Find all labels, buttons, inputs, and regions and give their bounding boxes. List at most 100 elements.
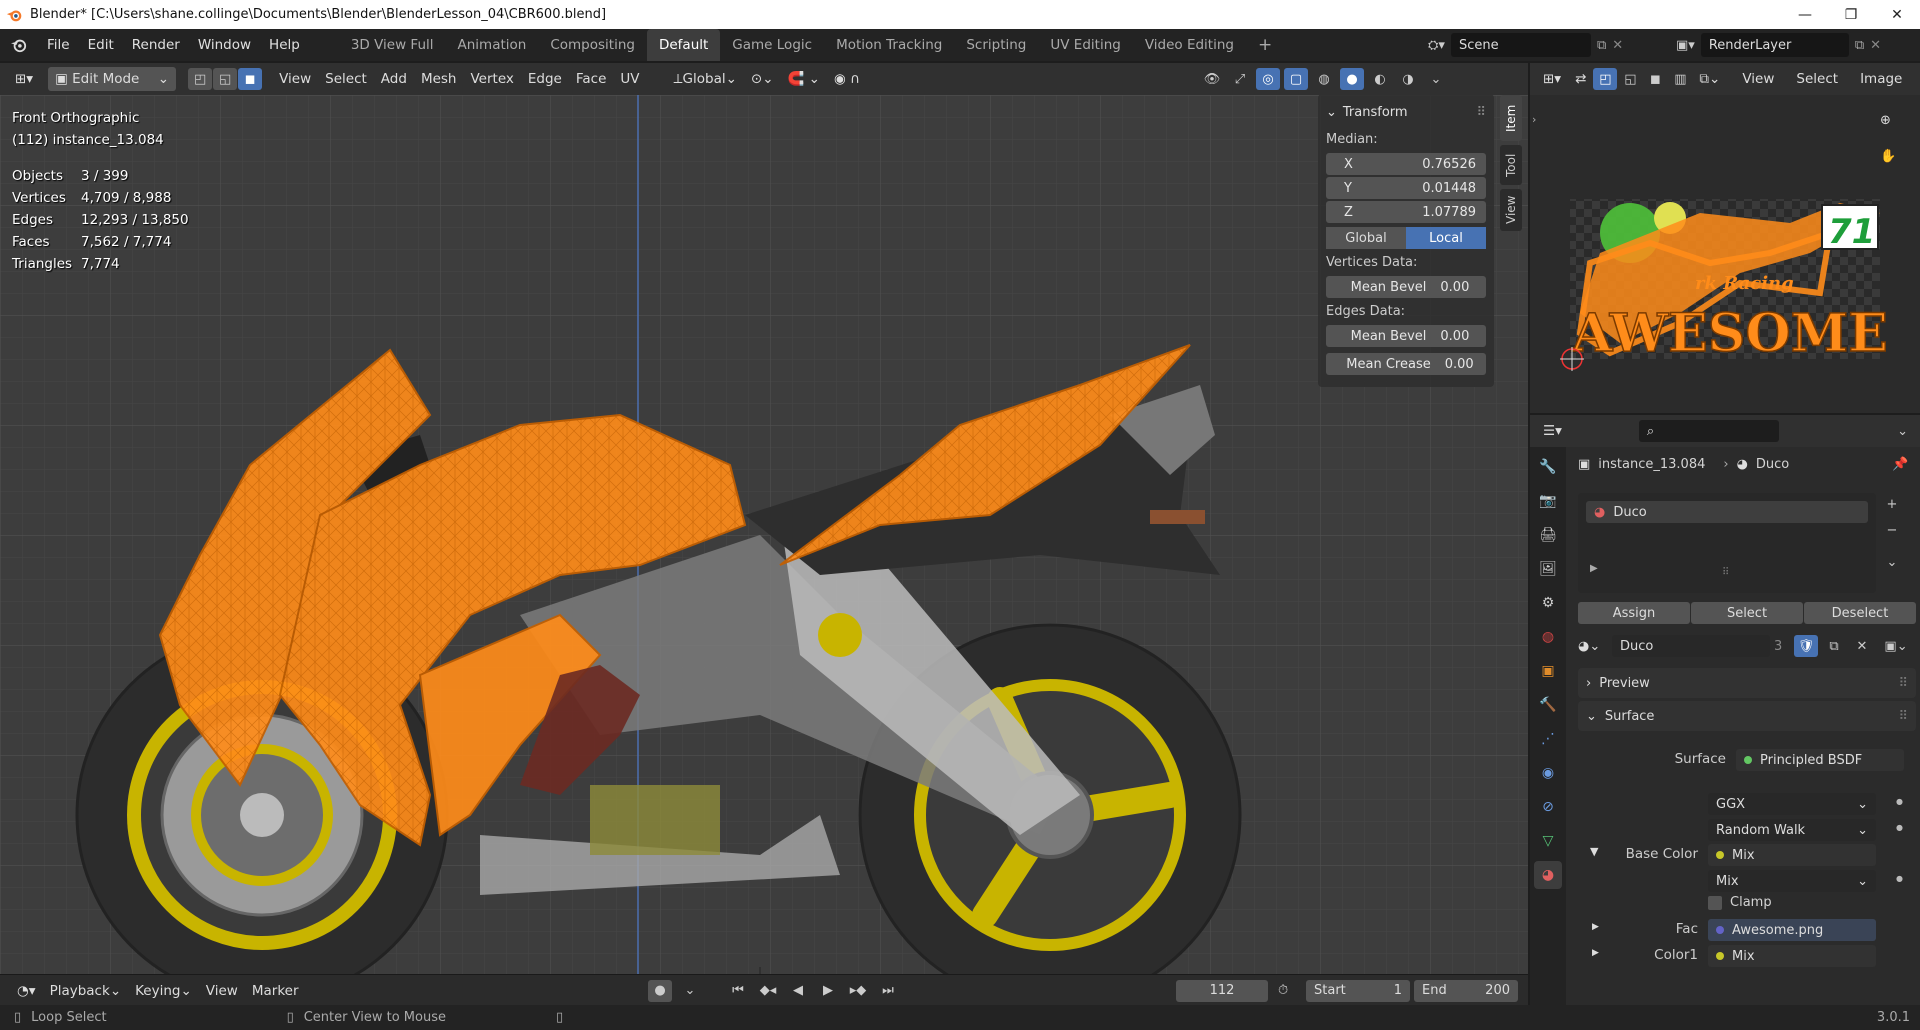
viewport-menu-add[interactable]: Add [374, 67, 414, 91]
menu-help[interactable]: Help [260, 29, 309, 61]
overlays-icon[interactable]: ◎ [1256, 68, 1280, 90]
workspace-tab-uv-editing[interactable]: UV Editing [1038, 29, 1132, 61]
surface-shader-field[interactable]: Principled BSDF [1736, 749, 1904, 771]
minimize-button[interactable]: — [1782, 0, 1828, 29]
render-layer-field[interactable]: RenderLayer [1700, 33, 1849, 57]
drag-handle-icon[interactable]: ⠿ [1898, 709, 1908, 724]
face-select-icon[interactable]: ◼ [238, 68, 263, 90]
menu-window[interactable]: Window [189, 29, 260, 61]
tool-tab-icon[interactable]: 🔧 [1534, 453, 1562, 481]
current-frame-field[interactable]: 112 [1176, 979, 1268, 1002]
output-tab-icon[interactable]: 🖨 [1534, 521, 1562, 549]
fac-input[interactable]: Awesome.png [1708, 919, 1876, 941]
chevron-down-icon[interactable]: ⌄ [1897, 424, 1908, 439]
workspace-tab-animation[interactable]: Animation [446, 29, 539, 61]
select-button[interactable]: Select [1691, 602, 1803, 624]
properties-search-field[interactable]: ⌕ [1638, 420, 1779, 442]
properties-editor-type-icon[interactable]: ☰▾ [1536, 419, 1569, 443]
delete-render-layer-icon[interactable]: ✕ [1870, 38, 1881, 53]
snap-icon[interactable]: 🧲 ⌄ [781, 67, 827, 91]
edge-select-icon[interactable]: ◱ [213, 68, 238, 90]
viewport-menu-vertex[interactable]: Vertex [463, 67, 520, 91]
end-frame-field[interactable]: End 200 [1414, 979, 1518, 1002]
wireframe-shading-icon[interactable]: ◍ [1312, 68, 1336, 90]
mix-mode-dropdown[interactable]: Mix ⌄ [1708, 870, 1876, 892]
object-tab-icon[interactable]: ▣ [1534, 657, 1562, 685]
solid-shading-icon[interactable]: ● [1340, 68, 1364, 90]
tab-item[interactable]: Item [1500, 95, 1522, 141]
transform-orientation-selector[interactable]: ⟂ Global ⌄ [667, 67, 744, 91]
constraints-tab-icon[interactable]: ⊘ [1534, 793, 1562, 821]
xray-toggle-icon[interactable]: ▢ [1284, 68, 1308, 90]
workspace-tab-compositing[interactable]: Compositing [538, 29, 647, 61]
visibility-icon[interactable]: 👁 [1200, 68, 1224, 90]
copy-scene-icon[interactable]: ⧉ [1597, 38, 1606, 53]
slot-specials-icon[interactable]: ⌄ [1880, 551, 1904, 573]
image-menu-view[interactable]: View [1735, 67, 1781, 91]
zoom-icon[interactable]: ⊕ [1880, 113, 1891, 128]
blender-menu-icon[interactable] [0, 29, 38, 61]
record-icon[interactable]: ● [648, 979, 672, 1002]
base-color-input[interactable]: Mix [1708, 844, 1876, 866]
material-shading-icon[interactable]: ◐ [1368, 68, 1392, 90]
3d-viewport[interactable]: ⊞▾ ▣ Edit Mode ⌄ ◰ ◱ ◼ View Select Add Me… [0, 63, 1528, 1005]
material-tab-icon[interactable]: ◕ [1534, 861, 1562, 889]
duplicate-material-icon[interactable]: ⧉ [1822, 635, 1846, 657]
tab-view[interactable]: View [1500, 189, 1522, 231]
properties-editor[interactable]: ☰▾ ⌕ ⌄ 🔧 📷 🖨 🖼 ⚙ ◍ ▣ 🔨 ⋰ ◉ ⊘ ▽ ◕ ▣ insta… [1530, 415, 1920, 1005]
image-editor-type-icon[interactable]: ⊞▾ [1536, 67, 1568, 91]
assign-button[interactable]: Assign [1578, 602, 1690, 624]
median-y-field[interactable]: Y 0.01448 [1326, 177, 1486, 199]
workspace-tab-3d-view-full[interactable]: 3D View Full [339, 29, 446, 61]
pivot-point-icon[interactable]: ⊙⌄ [744, 67, 781, 91]
workspace-tab-game-logic[interactable]: Game Logic [720, 29, 824, 61]
viewport-menu-mesh[interactable]: Mesh [414, 67, 464, 91]
pin-icon[interactable]: 📌 [1892, 457, 1908, 472]
data-tab-icon[interactable]: ▽ [1534, 827, 1562, 855]
global-toggle[interactable]: Global [1326, 227, 1406, 249]
clamp-checkbox-row[interactable]: Clamp [1708, 895, 1772, 910]
world-tab-icon[interactable]: ◍ [1534, 623, 1562, 651]
jump-start-icon[interactable]: ⏮ [726, 980, 750, 1002]
median-x-field[interactable]: X 0.76526 [1326, 153, 1486, 175]
list-resize-handle-icon[interactable]: ⠿ [1722, 567, 1729, 578]
texture-preview[interactable]: 71 rk Racing AWESOME [1560, 193, 1890, 383]
prev-keyframe-icon[interactable]: ◆◂ [756, 980, 780, 1002]
drag-handle-icon[interactable]: ⠿ [1898, 676, 1908, 691]
subsurface-method-dropdown[interactable]: Random Walk ⌄ [1708, 819, 1876, 841]
scene-name-field[interactable]: Scene [1450, 33, 1591, 57]
tab-tool[interactable]: Tool [1500, 145, 1522, 185]
maximize-button[interactable]: ❐ [1828, 0, 1874, 29]
image-menu-select[interactable]: Select [1789, 67, 1845, 91]
material-slot-list[interactable]: ◕ Duco ▶ ⠿ [1578, 493, 1876, 593]
workspace-tab-video-editing[interactable]: Video Editing [1133, 29, 1246, 61]
hand-pan-icon[interactable]: ✋ [1880, 149, 1896, 164]
collapse-arrow-icon[interactable]: › [1532, 113, 1536, 126]
start-frame-field[interactable]: Start 1 [1306, 979, 1410, 1002]
play-reverse-icon[interactable]: ◀ [786, 980, 810, 1002]
play-icon[interactable]: ▶ [816, 980, 840, 1002]
workspace-tab-scripting[interactable]: Scripting [954, 29, 1038, 61]
timeline-editor-icon[interactable]: ◔▾ [10, 979, 43, 1003]
browse-material-icon[interactable]: ◕⌄ [1578, 639, 1608, 654]
menu-edit[interactable]: Edit [79, 29, 123, 61]
particles-tab-icon[interactable]: ⋰ [1534, 725, 1562, 753]
uv-sync-icon[interactable]: ⇄ [1568, 67, 1593, 91]
copy-render-layer-icon[interactable]: ⧉ [1855, 38, 1864, 53]
transform-panel-header[interactable]: ⌄ Transform ⠿ [1326, 98, 1486, 126]
edge-mean-bevel-field[interactable]: Mean Bevel 0.00 [1326, 325, 1486, 347]
keying-menu[interactable]: Keying ⌄ [128, 979, 199, 1003]
color1-input[interactable]: Mix [1708, 945, 1876, 967]
workspace-tab-default[interactable]: Default [646, 29, 721, 61]
viewport-menu-uv[interactable]: UV [613, 67, 646, 91]
distribution-dropdown[interactable]: GGX ⌄ [1708, 793, 1876, 815]
proportional-edit-icon[interactable]: ◉ ∩ [827, 67, 867, 91]
uv-sticky-select-icon[interactable]: ⧉⌄ [1692, 67, 1727, 91]
material-name-field[interactable]: Duco [1612, 635, 1770, 657]
vertex-select-icon[interactable]: ◰ [188, 68, 213, 90]
expand-fac-icon[interactable]: ▶ [1592, 922, 1599, 932]
timeline-view-menu[interactable]: View [199, 979, 245, 1003]
add-workspace-button[interactable]: + [1246, 29, 1284, 61]
vertex-mean-bevel-field[interactable]: Mean Bevel 0.00 [1326, 276, 1486, 298]
viewport-canvas[interactable] [0, 95, 1528, 1005]
